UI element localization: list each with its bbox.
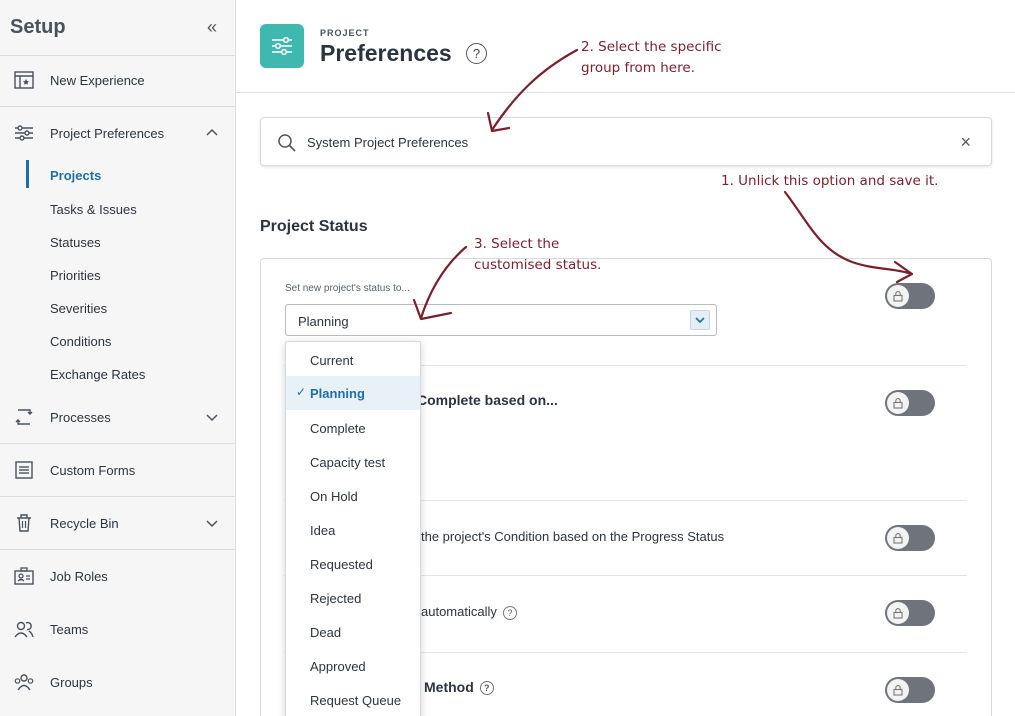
active-indicator (26, 160, 29, 188)
sidebar-item-label: Teams (50, 621, 89, 637)
lock-toggle-complete[interactable] (885, 390, 935, 416)
sidebar-item-teams[interactable]: Teams (0, 603, 235, 655)
collapse-sidebar-icon[interactable]: « (207, 17, 217, 38)
help-icon[interactable]: ? (466, 43, 487, 64)
lock-icon (887, 602, 909, 624)
chevron-down-icon[interactable] (205, 516, 219, 530)
dropdown-option[interactable]: Request Queue (286, 683, 420, 716)
row-label-condition: the project's Condition based on the Pro… (421, 529, 725, 544)
sidebar-subitem-statuses[interactable]: Statuses (50, 235, 101, 250)
dropdown-option-selected[interactable]: ✓ Planning (286, 376, 420, 410)
sidebar-item-label: Job Roles (50, 568, 108, 584)
sidebar-item-label: New Experience (50, 72, 145, 88)
sidebar-item-job-roles[interactable]: Job Roles (0, 550, 235, 602)
dropdown-option[interactable]: Dead (286, 615, 420, 649)
sidebar-item-custom-forms[interactable]: Custom Forms (0, 444, 235, 496)
row-label-complete: Complete based on... (417, 392, 558, 408)
sidebar-item-label: Project Preferences (50, 125, 165, 141)
sidebar-subitem-priorities[interactable]: Priorities (50, 268, 101, 283)
search-input[interactable] (307, 130, 927, 154)
dropdown-option[interactable]: Complete (286, 411, 420, 445)
row-label-method: Method? (424, 679, 494, 696)
sidebar-item-label: Custom Forms (50, 462, 136, 478)
chevron-down-icon (690, 310, 710, 330)
lock-icon (887, 679, 909, 701)
row-label-text: Method (424, 679, 474, 695)
dropdown-option[interactable]: Current (286, 343, 420, 377)
job-roles-icon (14, 567, 34, 585)
sidebar-item-new-experience[interactable]: New Experience (0, 54, 235, 106)
row-label-automatically: automatically? (421, 604, 517, 620)
lock-icon (887, 527, 909, 549)
group-search: × (260, 117, 992, 166)
sidebar-item-groups[interactable]: Groups (0, 656, 235, 708)
preferences-icon (260, 24, 304, 68)
sidebar-item-label: Processes (50, 409, 111, 425)
dropdown-option[interactable]: Rejected (286, 581, 420, 615)
help-icon[interactable]: ? (479, 681, 494, 696)
header-divider (236, 92, 1015, 93)
page-kicker: PROJECT (320, 28, 370, 38)
field-label: Set new project's status to... (285, 283, 410, 294)
sidebar-item-label: Recycle Bin (50, 515, 119, 531)
search-icon (278, 134, 296, 152)
new-experience-icon (14, 71, 34, 89)
dropdown-option[interactable]: Requested (286, 547, 420, 581)
dropdown-option[interactable]: Capacity test (286, 445, 420, 479)
section-title: Project Status (260, 218, 368, 235)
checkmark-icon: ✓ (296, 385, 307, 399)
dropdown-option[interactable]: On Hold (286, 479, 420, 513)
row-label-text: automatically (421, 604, 497, 619)
sidebar-item-processes[interactable]: Processes (0, 391, 235, 443)
sliders-icon (15, 125, 33, 141)
process-icon (15, 409, 33, 425)
status-dropdown: Current ✓ Planning Complete Capacity test… (285, 341, 421, 716)
project-status-select[interactable]: Planning (285, 304, 717, 336)
lock-toggle-automatically[interactable] (885, 600, 935, 626)
annotation-2: 2. Select the specific group from here. (581, 39, 722, 76)
sidebar-header: Setup « (0, 0, 235, 56)
annotation-1: 1. Unlick this option and save it. (721, 173, 939, 189)
sidebar-item-recycle-bin[interactable]: Recycle Bin (0, 497, 235, 549)
lock-toggle-status[interactable] (885, 283, 935, 309)
lock-toggle-condition[interactable] (885, 525, 935, 551)
help-icon[interactable]: ? (502, 605, 517, 620)
sidebar-subitem-severities[interactable]: Severities (50, 301, 107, 316)
groups-icon (14, 674, 34, 691)
sidebar-subitem-projects[interactable]: Projects (50, 168, 101, 183)
teams-icon (14, 621, 34, 638)
page-title: Preferences (320, 40, 452, 66)
sidebar-subitem-conditions[interactable]: Conditions (50, 334, 111, 349)
clear-search-icon[interactable]: × (960, 132, 971, 152)
dropdown-option[interactable]: Approved (286, 649, 420, 683)
sidebar-subitem-exchange-rates[interactable]: Exchange Rates (50, 367, 145, 382)
lock-icon (887, 285, 909, 307)
custom-forms-icon (15, 461, 33, 479)
chevron-down-icon[interactable] (205, 410, 219, 424)
sidebar-item-project-preferences[interactable]: Project Preferences (0, 107, 235, 159)
chevron-up-icon[interactable] (205, 126, 219, 140)
recycle-bin-icon (17, 514, 31, 532)
annotation-3: 3. Select the customised status. (474, 236, 602, 273)
sidebar-title: Setup (10, 16, 66, 38)
lock-toggle-method[interactable] (885, 677, 935, 703)
select-value: Planning (298, 314, 349, 329)
sidebar-item-label: Groups (50, 674, 93, 690)
dropdown-option[interactable]: Idea (286, 513, 420, 547)
lock-icon (887, 392, 909, 414)
sidebar-subitem-tasks-issues[interactable]: Tasks & Issues (50, 202, 137, 217)
